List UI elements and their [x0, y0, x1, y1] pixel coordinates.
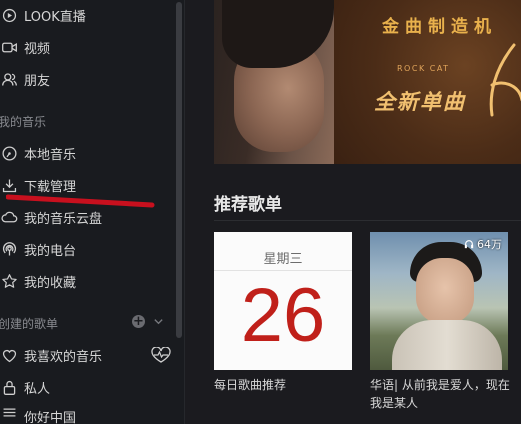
sidebar-scrollbar[interactable]: [176, 2, 182, 338]
daily-calendar-cover[interactable]: 星期三 26: [214, 232, 352, 370]
sidebar-item-private[interactable]: 私人: [0, 374, 175, 400]
banner-script-text: 全新单曲: [374, 89, 466, 114]
calendar-day-number: 26: [240, 273, 326, 358]
star-icon: [0, 273, 22, 290]
sidebar-item-partial[interactable]: 你好中国: [0, 404, 175, 424]
sidebar-item-liked-music[interactable]: 我喜欢的音乐: [0, 342, 175, 368]
banner-title: 金曲制造机: [382, 17, 497, 37]
play-count: 64万: [477, 238, 502, 251]
sidebar-item-favorites[interactable]: 我的收藏: [0, 268, 175, 294]
sidebar-item-label: LOOK直播: [24, 9, 86, 25]
play-count-badge: 64万: [464, 236, 502, 252]
section-tools: +: [132, 315, 164, 328]
card-title[interactable]: 华语| 从前我是爱人，现在我是某人: [370, 376, 521, 412]
cloud-icon: [0, 209, 22, 226]
sidebar-item-label: 你好中国: [24, 411, 77, 424]
section-title-label: 创建的歌单: [0, 317, 59, 331]
banner-subtitle: ROCK CAT: [397, 64, 450, 73]
banner-artist-photo: [214, 0, 334, 164]
list-icon: [0, 404, 22, 421]
sidebar-item-label: 我的收藏: [24, 275, 77, 291]
download-icon: [0, 177, 22, 194]
friends-icon: [0, 71, 22, 88]
main-content: 金曲制造机 ROCK CAT 全新单曲 推荐歌单 星期三 26 每日歌曲推荐 6…: [185, 0, 521, 424]
calendar-weekday: 星期三: [263, 252, 303, 267]
chevron-down-icon[interactable]: [153, 316, 164, 327]
sidebar-item-video[interactable]: 视频: [0, 34, 175, 60]
divider: [214, 220, 521, 221]
sidebar-item-label: 视频: [24, 41, 51, 57]
add-playlist-button[interactable]: +: [132, 315, 145, 328]
card-title[interactable]: 每日歌曲推荐: [214, 376, 352, 394]
section-title-created-playlists: 创建的歌单 +: [0, 315, 178, 332]
playlist-cover[interactable]: 64万: [370, 232, 508, 370]
heart-icon: [0, 347, 22, 364]
sidebar-item-look-live[interactable]: LOOK直播: [0, 2, 175, 28]
sidebar-item-label: 朋友: [24, 73, 51, 89]
sidebar-item-radio[interactable]: 我的电台: [0, 236, 175, 262]
sidebar-item-label: 下载管理: [24, 179, 77, 195]
sidebar-item-label: 我的电台: [24, 243, 77, 259]
promo-banner[interactable]: 金曲制造机 ROCK CAT 全新单曲: [214, 0, 521, 164]
playlist-card-daily[interactable]: 星期三 26 每日歌曲推荐: [214, 232, 352, 394]
sidebar-item-cloud-drive[interactable]: 我的音乐云盘: [0, 204, 175, 230]
banner-artwork: 金曲制造机 ROCK CAT 全新单曲: [334, 0, 521, 164]
sidebar-item-label: 我喜欢的音乐: [24, 349, 103, 365]
recommend-heading[interactable]: 推荐歌单: [214, 190, 282, 215]
sidebar-item-label: 我的音乐云盘: [24, 211, 103, 227]
lock-icon: [0, 379, 22, 396]
playlist-card[interactable]: 64万 华语| 从前我是爱人，现在我是某人: [370, 232, 521, 412]
heartbeat-mode-icon[interactable]: [150, 347, 172, 363]
video-icon: [0, 39, 22, 56]
sidebar-item-local-music[interactable]: 本地音乐: [0, 140, 175, 166]
headphones-icon: [464, 240, 474, 249]
sidebar-item-friends[interactable]: 朋友: [0, 66, 175, 92]
section-title-my-music: 我的音乐: [0, 115, 47, 129]
local-music-icon: [0, 145, 22, 162]
banner-swirl-decoration: [489, 43, 521, 117]
sidebar-item-label: 本地音乐: [24, 147, 77, 163]
radio-icon: [0, 241, 22, 258]
sidebar-item-label: 私人: [24, 381, 51, 397]
sidebar: LOOK直播 视频 朋友 我的音乐 本地音乐 下载管理 我的音乐云盘 我的电台 …: [0, 0, 185, 424]
live-icon: [0, 7, 22, 24]
